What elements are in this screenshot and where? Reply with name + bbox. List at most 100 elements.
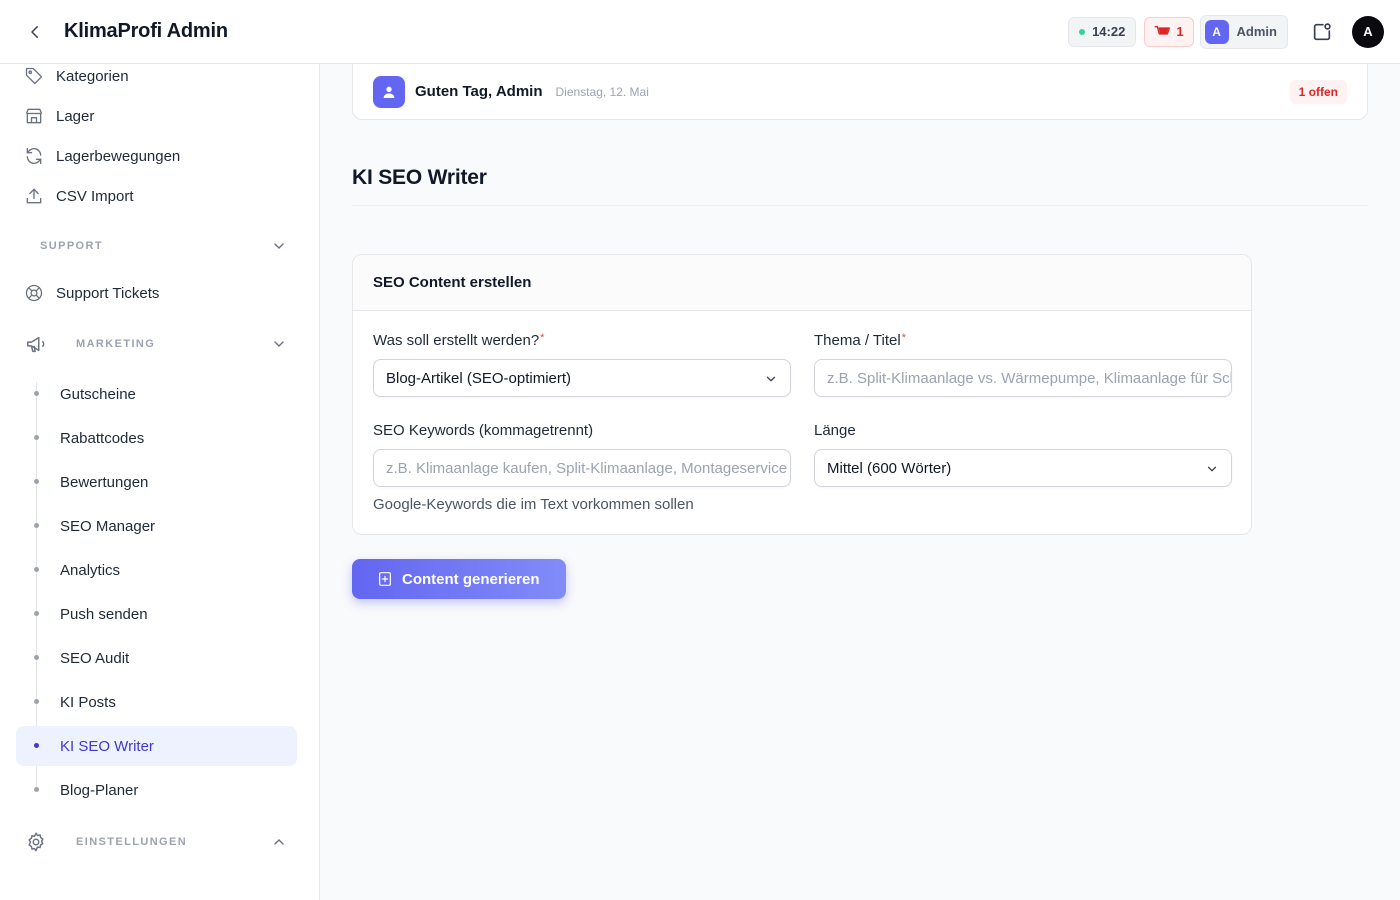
sidebar-item-analytics[interactable]: Analytics: [16, 550, 297, 590]
cart-count: 1: [1176, 24, 1184, 39]
cart-icon: [1154, 25, 1171, 35]
user-icon: [373, 75, 405, 108]
sidebar-item-rabattcodes[interactable]: Rabattcodes: [16, 418, 297, 458]
megaphone-icon: [24, 332, 48, 356]
sidebar-item-label: Analytics: [60, 561, 121, 579]
cart-badge-button[interactable]: 1: [1144, 16, 1194, 47]
section-header-support[interactable]: SUPPORT: [16, 228, 297, 264]
sidebar-item-ki-posts[interactable]: KI Posts: [16, 682, 297, 722]
bullet: [34, 479, 39, 484]
sidebar-item-label: SEO Audit: [60, 649, 130, 667]
sidebar-item-blog-planer[interactable]: Blog-Planer: [16, 770, 297, 810]
chevron-down-icon: [274, 341, 284, 347]
notification-icon: [1313, 22, 1331, 40]
bullet: [34, 523, 39, 528]
length-select[interactable]: Mittel (600 Wörter): [814, 449, 1232, 487]
topic-label-text: Thema / Titel: [814, 332, 901, 349]
required-mark: *: [901, 332, 906, 344]
user-name: Admin: [1236, 24, 1277, 39]
user-menu-button[interactable]: A Admin: [1199, 14, 1288, 49]
online-dot-icon: [1079, 28, 1086, 35]
section-header-einstellungen[interactable]: EINSTELLUNGEN: [16, 824, 297, 860]
bullet: [34, 435, 39, 440]
sidebar-item-label: Kategorien: [56, 67, 129, 85]
keywords-label: SEO Keywords (kommagetrennt): [373, 422, 594, 439]
sidebar-item-label: KI Posts: [60, 693, 116, 711]
tag-icon: [24, 66, 44, 86]
page-title: KI SEO Writer: [352, 166, 487, 189]
bullet: [34, 391, 39, 396]
sidebar-item-bewertungen[interactable]: Bewertungen: [16, 462, 297, 502]
bullet: [34, 655, 39, 660]
lifebuoy-icon: [24, 283, 44, 303]
bullet: [34, 787, 39, 792]
clock-badge: 14:22: [1068, 16, 1137, 47]
seo-content-card: SEO Content erstellen Was soll erstellt …: [352, 254, 1252, 535]
sidebar-item-label: Blog-Planer: [60, 781, 139, 799]
bullet: [34, 567, 39, 572]
bullet: [34, 699, 39, 704]
sidebar-item-seo-audit[interactable]: SEO Audit: [16, 638, 297, 678]
add-document-icon: [379, 572, 391, 586]
keywords-help-text: Google-Keywords die im Text vorkommen so…: [373, 496, 694, 513]
sidebar-item-csv-import[interactable]: CSV Import: [16, 178, 297, 214]
refresh-icon: [24, 146, 44, 166]
notifications-button[interactable]: [1310, 20, 1334, 44]
upload-icon: [24, 186, 44, 206]
top-bar: KlimaProfi Admin 14:22 1 A Admin A: [0, 0, 1400, 64]
warehouse-icon: [24, 106, 44, 126]
sidebar-item-label: Support Tickets: [56, 284, 160, 302]
section-title: SUPPORT: [40, 240, 103, 252]
sidebar-item-ki-seo-writer[interactable]: KI SEO Writer: [16, 726, 297, 766]
divider: [352, 205, 1368, 206]
chevron-down-icon: [274, 243, 284, 249]
user-avatar: A: [1204, 19, 1229, 44]
sidebar-item-label: Lagerbewegungen: [56, 147, 181, 165]
bullet: [34, 743, 39, 748]
sidebar-item-label: Bewertungen: [60, 473, 149, 491]
sidebar-item-gutscheine[interactable]: Gutscheine: [16, 374, 297, 414]
app-title: KlimaProfi Admin: [64, 20, 228, 42]
type-label-text: Was soll erstellt werden?: [373, 332, 540, 349]
sidebar-item-seo-manager[interactable]: SEO Manager: [16, 506, 297, 546]
card-title: SEO Content erstellen: [353, 255, 1251, 311]
sidebar-item-label: Lager: [56, 107, 95, 125]
sidebar-item-label: Rabattcodes: [60, 429, 145, 447]
topic-input[interactable]: z.B. Split-Klimaanlage vs. Wärmepumpe, K…: [814, 359, 1232, 397]
sidebar-item-label: CSV Import: [56, 187, 134, 205]
sidebar-item-support-tickets[interactable]: Support Tickets: [16, 275, 297, 311]
sidebar-item-lager[interactable]: Lager: [16, 98, 297, 134]
clock-time: 14:22: [1092, 24, 1126, 39]
section-title: EINSTELLUNGEN: [76, 836, 188, 848]
bullet: [34, 611, 39, 616]
content-type-value: Blog-Artikel (SEO-optimiert): [386, 369, 572, 387]
back-button[interactable]: [20, 17, 50, 47]
section-title: MARKETING: [76, 338, 156, 350]
length-value: Mittel (600 Wörter): [827, 459, 952, 477]
greeting-bar: Guten Tag, Admin Dienstag, 12. Mai 1 off…: [352, 64, 1368, 120]
sidebar-item-lagerbewegungen[interactable]: Lagerbewegungen: [16, 138, 297, 174]
sidebar-item-kategorien[interactable]: Kategorien: [16, 64, 297, 94]
sidebar: Kategorien Lager Lagerbewegungen CSV Imp…: [0, 64, 320, 900]
open-tasks-badge[interactable]: 1 offen: [1289, 79, 1347, 104]
sidebar-item-label: Push senden: [60, 605, 148, 623]
chevron-left-icon: [31, 25, 38, 38]
sidebar-item-label: SEO Manager: [60, 517, 156, 535]
gear-icon: [24, 830, 48, 854]
sidebar-item-label: KI SEO Writer: [60, 737, 154, 755]
keywords-input[interactable]: z.B. Klimaanlage kaufen, Split-Klimaanla…: [373, 449, 791, 487]
sidebar-item-label: Gutscheine: [60, 385, 136, 403]
section-header-marketing[interactable]: MARKETING: [16, 326, 297, 362]
chevron-up-icon: [274, 839, 284, 845]
length-label: Länge: [814, 422, 856, 439]
profile-avatar-button[interactable]: A: [1352, 15, 1384, 48]
chevron-down-icon: [766, 376, 776, 382]
generate-content-button[interactable]: Content generieren: [352, 559, 566, 599]
content-type-select[interactable]: Blog-Artikel (SEO-optimiert): [373, 359, 791, 397]
required-mark: *: [540, 332, 545, 344]
chevron-down-icon: [1207, 466, 1217, 472]
greeting-text: Guten Tag, Admin: [415, 83, 543, 100]
greeting-date: Dienstag, 12. Mai: [555, 84, 649, 99]
sidebar-item-push-senden[interactable]: Push senden: [16, 594, 297, 634]
topic-label: Thema / Titel*: [814, 332, 906, 349]
